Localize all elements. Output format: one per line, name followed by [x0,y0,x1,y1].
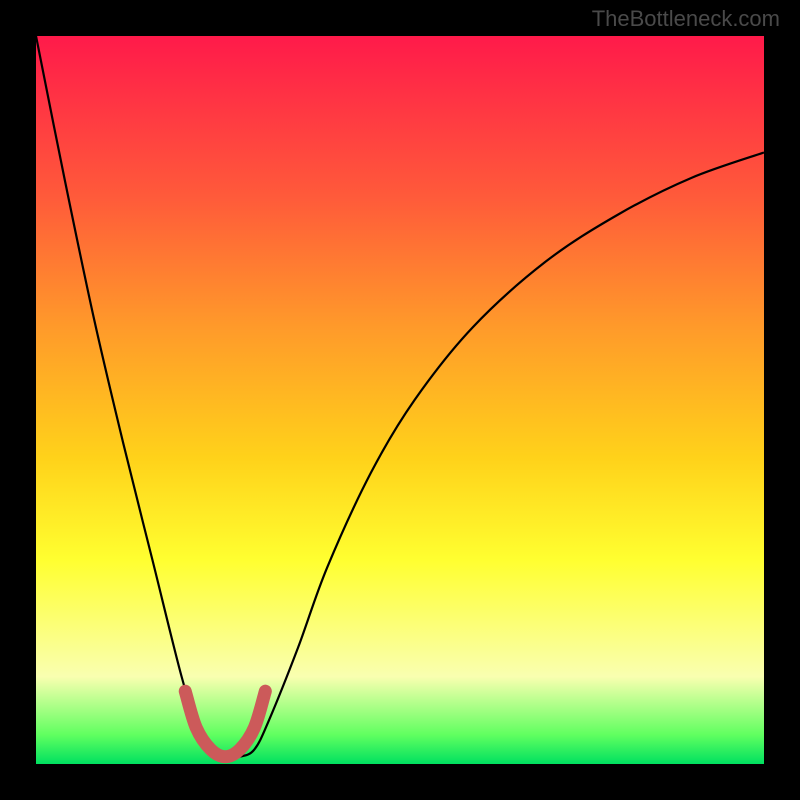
highlight-band [185,691,265,757]
chart-svg [36,36,764,764]
bottleneck-curve [36,36,764,758]
watermark-text: TheBottleneck.com [592,6,780,32]
chart-plot-area [36,36,764,764]
